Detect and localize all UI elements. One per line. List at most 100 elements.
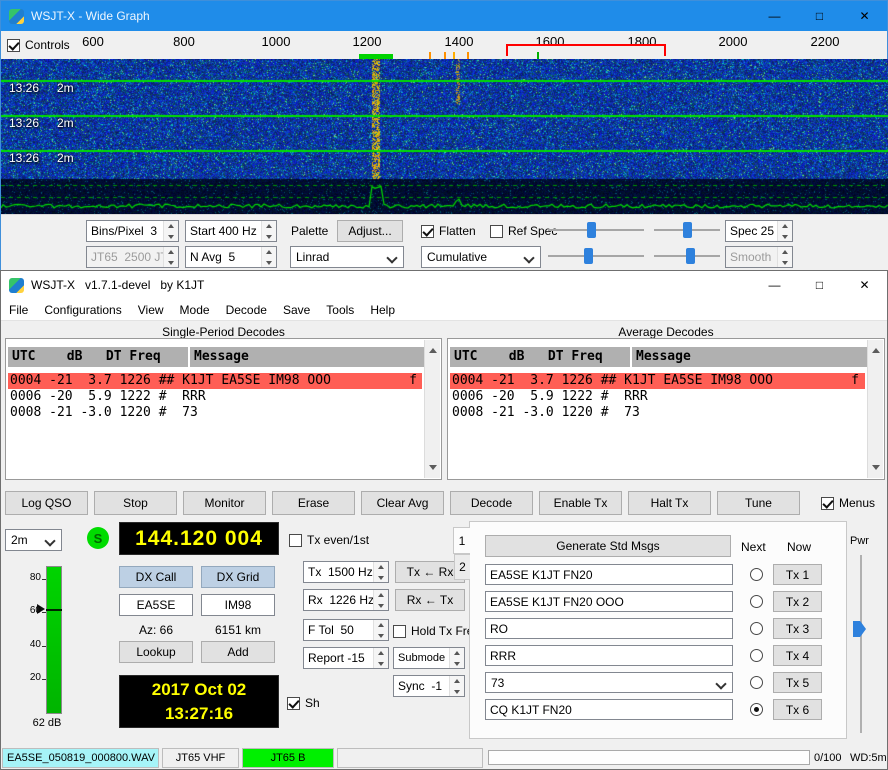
enable-tx-button[interactable]: Enable Tx — [539, 491, 622, 515]
add-button[interactable]: Add — [201, 641, 275, 663]
bins-pixel-spinner[interactable]: Bins/Pixel 3 — [86, 220, 179, 242]
tx2-next-radio[interactable] — [750, 595, 763, 608]
rx-from-tx-button[interactable]: Rx ← Tx — [395, 589, 465, 611]
spin-up-icon[interactable] — [374, 590, 388, 600]
spin-down-icon[interactable] — [374, 658, 388, 668]
tx1-next-radio[interactable] — [750, 568, 763, 581]
tx6-message-field[interactable]: CQ K1JT FN20 — [485, 699, 733, 720]
spin-up-icon[interactable] — [374, 562, 388, 572]
halt-tx-button[interactable]: Halt Tx — [628, 491, 711, 515]
submode-spinner[interactable]: Submode B — [393, 647, 465, 669]
spin-up-icon[interactable] — [164, 221, 178, 231]
spin-up-icon[interactable] — [778, 221, 792, 231]
decode-row[interactable]: 0006 -20 5.9 1222 # RRR — [8, 389, 422, 405]
spin-down-icon[interactable] — [262, 257, 276, 267]
frequency-scale[interactable]: Controls 600 800 1000 1200 1400 1600 180… — [1, 31, 888, 59]
zero-slider[interactable] — [653, 220, 721, 240]
spin-up-icon[interactable] — [450, 676, 464, 686]
decode-row[interactable]: 0004 -21 3.7 1226 ## K1JT EA5SE IM98 OOO… — [8, 373, 422, 389]
tx2-message-field[interactable]: EA5SE K1JT FN20 OOO — [485, 591, 733, 612]
tx6-button[interactable]: Tx 6 — [773, 699, 822, 720]
spin-down-icon[interactable] — [374, 572, 388, 582]
single-period-decodes-panel[interactable]: UTC dB DT Freq Message 0004 -21 3.7 1226… — [5, 338, 442, 480]
spin-down-icon[interactable] — [164, 231, 178, 241]
tx2-button[interactable]: Tx 2 — [773, 591, 822, 612]
slider-thumb[interactable] — [587, 222, 596, 238]
scroll-up-icon[interactable] — [872, 344, 880, 353]
rig-status-indicator[interactable]: S — [87, 527, 109, 549]
slider-thumb[interactable] — [686, 248, 695, 264]
menu-save[interactable]: Save — [275, 299, 318, 321]
lookup-button[interactable]: Lookup — [119, 641, 193, 663]
dx-grid-field[interactable]: IM98 — [201, 594, 275, 616]
monitor-button[interactable]: Monitor — [183, 491, 266, 515]
display-mode-combo[interactable]: Cumulative — [421, 246, 541, 268]
menus-checkbox[interactable]: Menus — [821, 495, 875, 511]
close-icon[interactable]: ✕ — [842, 1, 887, 31]
waterfall[interactable] — [1, 59, 888, 214]
decode-row[interactable]: 0008 -21 -3.0 1220 # 73 — [8, 405, 422, 421]
tab-1[interactable]: 1 — [453, 527, 470, 554]
spin-up-icon[interactable] — [262, 221, 276, 231]
zero2-slider[interactable] — [653, 246, 721, 266]
dx-call-field[interactable]: EA5SE — [119, 594, 193, 616]
slider-thumb[interactable] — [584, 248, 593, 264]
average-decodes-panel[interactable]: UTC dB DT Freq Message 0004 -21 3.7 1226… — [447, 338, 885, 480]
maximize-icon[interactable]: □ — [797, 271, 842, 299]
spin-up-icon[interactable] — [450, 648, 464, 658]
spin-up-icon[interactable] — [374, 648, 388, 658]
menu-view[interactable]: View — [130, 299, 172, 321]
f-tol-spinner[interactable]: F Tol 50 — [303, 619, 389, 641]
tx3-message-field[interactable]: RO — [485, 618, 733, 639]
rx-freq-spinner[interactable]: Rx 1226 Hz — [303, 589, 389, 611]
menu-decode[interactable]: Decode — [218, 299, 275, 321]
tx3-button[interactable]: Tx 3 — [773, 618, 822, 639]
generate-std-msgs-button[interactable]: Generate Std Msgs — [485, 535, 731, 557]
tx6-next-radio[interactable] — [750, 703, 763, 716]
controls-checkbox[interactable]: Controls — [7, 37, 70, 53]
decode-row[interactable]: 0004 -21 3.7 1226 ## K1JT EA5SE IM98 OOO… — [450, 373, 865, 389]
menu-help[interactable]: Help — [362, 299, 403, 321]
report-spinner[interactable]: Report -15 — [303, 647, 389, 669]
gain2-slider[interactable] — [547, 246, 645, 266]
scrollbar[interactable] — [867, 340, 883, 478]
close-icon[interactable]: ✕ — [842, 271, 887, 299]
tx5-button[interactable]: Tx 5 — [773, 672, 822, 693]
pwr-slider-track[interactable] — [860, 555, 862, 733]
dx-call-button[interactable]: DX Call — [119, 566, 193, 588]
tune-button[interactable]: Tune — [717, 491, 800, 515]
sh-checkbox[interactable]: Sh — [287, 695, 320, 711]
tx5-next-radio[interactable] — [750, 676, 763, 689]
tx4-button[interactable]: Tx 4 — [773, 645, 822, 666]
gain-slider[interactable] — [547, 220, 645, 240]
menu-mode[interactable]: Mode — [172, 299, 218, 321]
decode-button[interactable]: Decode — [450, 491, 533, 515]
minimize-icon[interactable]: — — [752, 271, 797, 299]
scrollbar[interactable] — [424, 340, 440, 478]
n-avg-spinner[interactable]: N Avg 5 — [185, 246, 277, 268]
tx5-message-combo[interactable]: 73 — [485, 672, 733, 693]
tx1-message-field[interactable]: EA5SE K1JT FN20 — [485, 564, 733, 585]
slider-track[interactable] — [548, 255, 644, 257]
tx4-message-field[interactable]: RRR — [485, 645, 733, 666]
stop-button[interactable]: Stop — [94, 491, 177, 515]
tx-freq-spinner[interactable]: Tx 1500 Hz — [303, 561, 389, 583]
menu-configurations[interactable]: Configurations — [36, 299, 129, 321]
spin-down-icon[interactable] — [262, 231, 276, 241]
flatten-checkbox[interactable]: Flatten — [421, 223, 476, 239]
hold-tx-freq-checkbox[interactable]: Hold Tx Freq — [393, 623, 480, 639]
scroll-down-icon[interactable] — [872, 465, 880, 474]
scroll-up-icon[interactable] — [429, 344, 437, 353]
slider-track[interactable] — [548, 229, 644, 231]
tx4-next-radio[interactable] — [750, 649, 763, 662]
erase-button[interactable]: Erase — [272, 491, 355, 515]
spin-up-icon[interactable] — [374, 620, 388, 630]
spec-spinner[interactable]: Spec 25 % — [725, 220, 793, 242]
minimize-icon[interactable]: — — [752, 1, 797, 31]
spin-down-icon[interactable] — [450, 686, 464, 696]
tx1-button[interactable]: Tx 1 — [773, 564, 822, 585]
menu-tools[interactable]: Tools — [318, 299, 362, 321]
menu-file[interactable]: File — [1, 299, 36, 321]
tx-even-checkbox[interactable]: Tx even/1st — [289, 532, 369, 548]
tx3-next-radio[interactable] — [750, 622, 763, 635]
